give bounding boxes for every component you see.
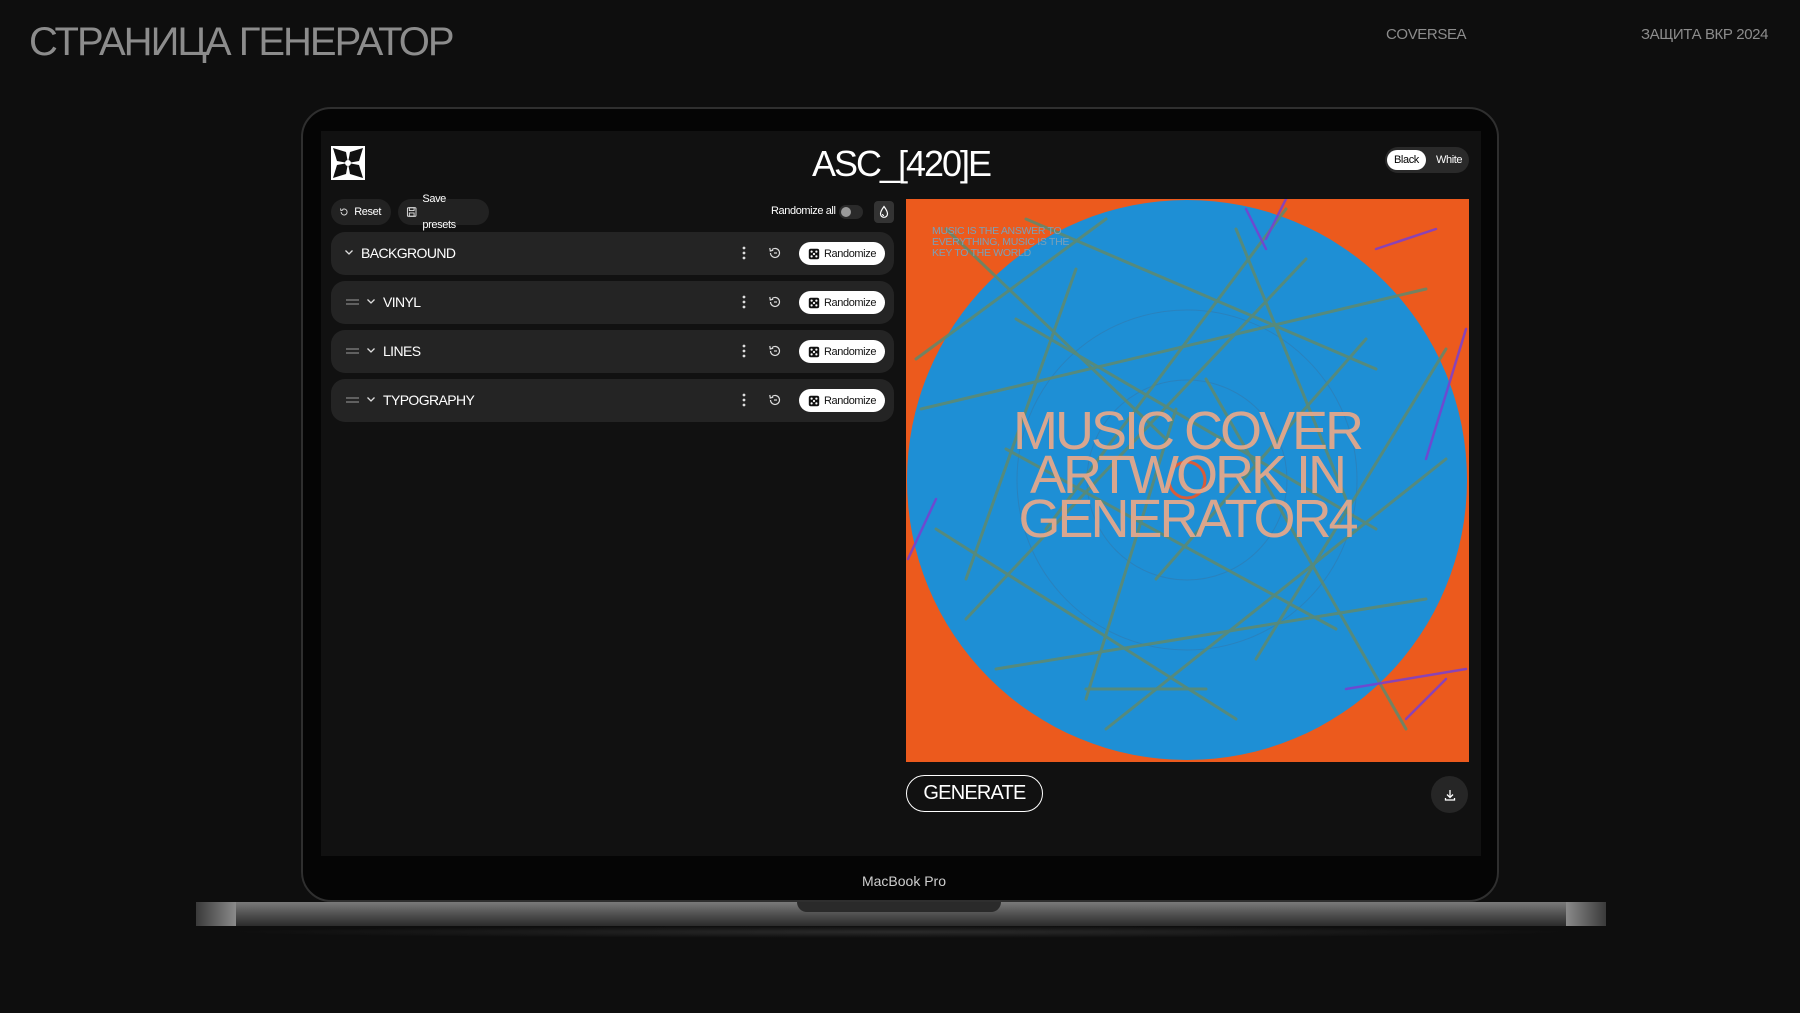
artwork-headline: MUSIC COVER ARTWORK IN GENERATOR4 — [1013, 401, 1365, 549]
theme-option-black[interactable]: Black — [1387, 150, 1426, 170]
randomize-button[interactable]: Randomize — [799, 242, 885, 265]
layer-name: BACKGROUND — [361, 245, 456, 261]
save-icon — [406, 207, 417, 217]
drop-icon — [879, 205, 889, 218]
more-vertical-icon[interactable] — [741, 343, 747, 359]
theme-option-white[interactable]: White — [1429, 150, 1469, 170]
layer-background[interactable]: BACKGROUND Randomize — [331, 232, 894, 275]
layer-typography[interactable]: TYPOGRAPHY Randomize — [331, 379, 894, 422]
chevron-down-icon[interactable] — [365, 295, 377, 307]
slide-title: СТРАНИЦА ГЕНЕРАТОР — [29, 20, 455, 64]
more-vertical-icon[interactable] — [741, 245, 747, 261]
laptop-notch — [797, 902, 1001, 912]
brand-label: COVERSEA — [1386, 26, 1467, 43]
laptop-shadow — [220, 926, 1580, 938]
layer-name: VINYL — [383, 294, 421, 310]
artwork-headline-line: GENERATOR4 — [1018, 489, 1357, 549]
app-screen: ASC_[420]E Black White Reset Save preset… — [321, 131, 1481, 856]
layer-name: LINES — [383, 343, 421, 359]
dice-icon — [808, 395, 820, 406]
undo-icon[interactable] — [767, 343, 783, 359]
artwork-canvas[interactable]: MUSIC IS THE ANSWER TO EVERYTHING, MUSIC… — [906, 199, 1469, 762]
generate-button[interactable]: GENERATE — [906, 775, 1043, 812]
undo-icon[interactable] — [767, 392, 783, 408]
download-icon — [1444, 789, 1455, 801]
drop-button[interactable] — [874, 201, 894, 223]
reset-label: Reset — [354, 206, 381, 218]
dice-icon — [808, 248, 820, 259]
reset-icon — [340, 208, 348, 216]
chevron-down-icon[interactable] — [365, 344, 377, 356]
chevron-down-icon[interactable] — [343, 246, 355, 258]
layer-vinyl[interactable]: VINYL Randomize — [331, 281, 894, 324]
randomize-button[interactable]: Randomize — [799, 340, 885, 363]
save-presets-button[interactable]: Save presets — [398, 193, 489, 231]
dice-icon — [808, 346, 820, 357]
chevron-down-icon[interactable] — [365, 393, 377, 405]
layer-name: TYPOGRAPHY — [383, 392, 475, 408]
switch-knob — [841, 207, 851, 217]
more-vertical-icon[interactable] — [741, 392, 747, 408]
dice-icon — [808, 297, 820, 308]
randomize-button[interactable]: Randomize — [799, 389, 885, 412]
undo-icon[interactable] — [767, 245, 783, 261]
drag-handle-icon[interactable] — [346, 395, 359, 405]
randomize-label: Randomize — [824, 247, 877, 260]
drag-handle-icon[interactable] — [346, 346, 359, 356]
app-title: ASC_[420]E — [811, 143, 992, 184]
download-button[interactable] — [1431, 776, 1468, 813]
theme-toggle[interactable]: Black White — [1385, 147, 1469, 173]
more-vertical-icon[interactable] — [741, 294, 747, 310]
randomize-all-label: Randomize all — [771, 205, 836, 217]
reset-button[interactable]: Reset — [331, 199, 391, 225]
defense-label: ЗАЩИТА ВКР 2024 — [1641, 26, 1769, 43]
undo-icon[interactable] — [767, 294, 783, 310]
drag-handle-icon[interactable] — [346, 297, 359, 307]
save-presets-label: Save presets — [422, 193, 456, 231]
randomize-button[interactable]: Randomize — [799, 291, 885, 314]
randomize-label: Randomize — [824, 394, 877, 407]
layer-lines[interactable]: LINES Randomize — [331, 330, 894, 373]
artwork-svg: MUSIC IS THE ANSWER TO EVERYTHING, MUSIC… — [906, 199, 1469, 762]
randomize-label: Randomize — [824, 296, 877, 309]
artwork-small-text-line: KEY TO THE WORLD — [932, 247, 1032, 259]
randomize-all-switch[interactable] — [839, 205, 863, 219]
device-label: MacBook Pro — [861, 873, 947, 889]
randomize-label: Randomize — [824, 345, 877, 358]
